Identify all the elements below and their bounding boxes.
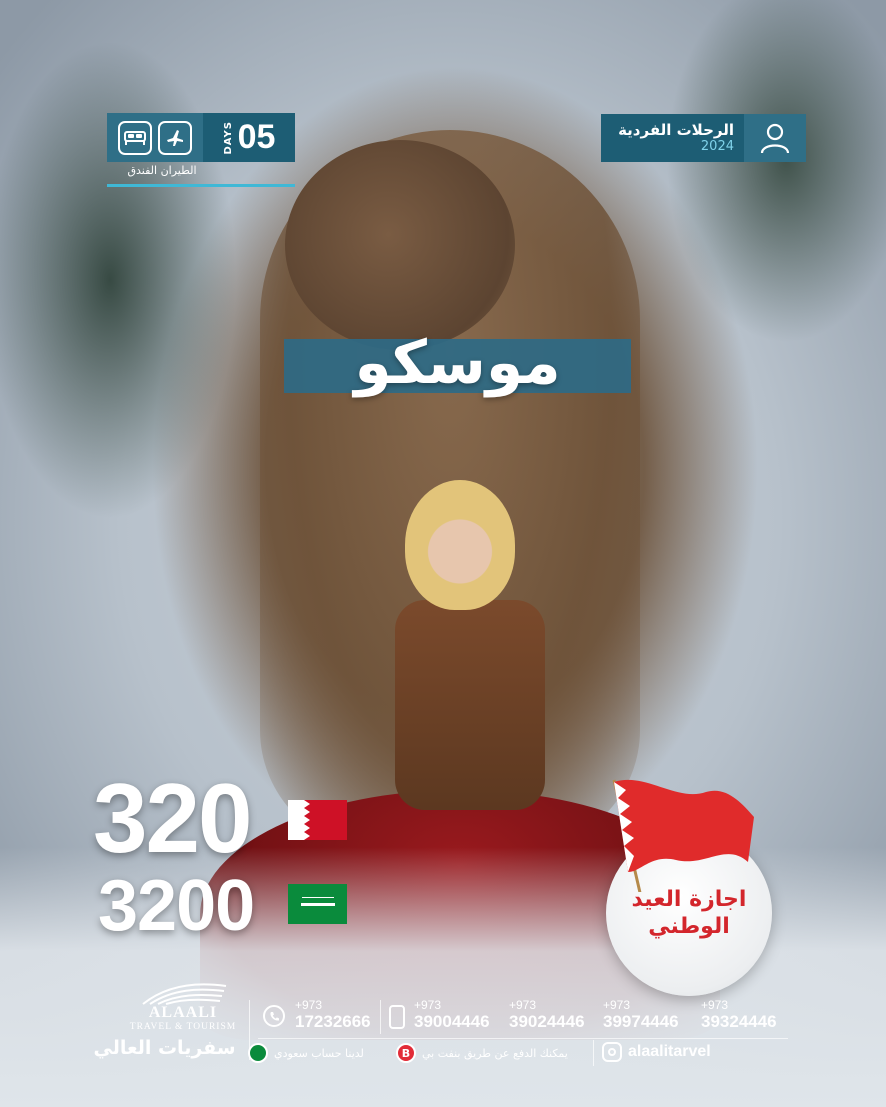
footer-divider bbox=[380, 1000, 381, 1034]
saudi-account-text: لدينا حساب سعودي bbox=[274, 1046, 364, 1060]
holiday-text: اجازة العيد الوطني bbox=[606, 886, 772, 940]
days-number: 05 bbox=[237, 118, 276, 156]
instagram-link[interactable]: alaalitarvel bbox=[602, 1042, 711, 1062]
hotel-bed-icon bbox=[118, 120, 152, 155]
woman-torso bbox=[395, 600, 545, 810]
mobile-number-3[interactable]: +973 39974446 bbox=[603, 999, 679, 1032]
bahrain-waving-flag bbox=[612, 779, 754, 892]
logo-arabic: سفريات العالي bbox=[93, 1037, 236, 1059]
benefit-pay-icon: B bbox=[396, 1043, 416, 1063]
saudi-flag bbox=[288, 884, 347, 924]
instagram-handle[interactable]: alaalitarvel bbox=[628, 1043, 711, 1061]
holiday-line-1: اجازة العيد bbox=[631, 887, 747, 912]
woman-head bbox=[405, 480, 515, 610]
trip-year: 2024 bbox=[700, 139, 734, 154]
price-saudi: 3200 bbox=[98, 866, 255, 946]
duration-badge: DAYS 05 bbox=[107, 113, 295, 162]
airplane-icon bbox=[158, 120, 192, 155]
snowy-trees-left bbox=[0, 0, 300, 660]
saudi-flag-icon bbox=[248, 1043, 268, 1063]
service-icons bbox=[107, 113, 203, 162]
days-count: DAYS 05 bbox=[203, 113, 295, 162]
trip-type-text: الرحلات الفردية 2024 bbox=[601, 114, 744, 162]
holiday-line-2: الوطني bbox=[648, 914, 730, 939]
mobile-icon bbox=[389, 1005, 405, 1029]
bahrain-flag bbox=[288, 800, 347, 840]
trip-type-title: الرحلات الفردية bbox=[618, 121, 734, 139]
destination-title: موسكو bbox=[354, 328, 561, 398]
instagram-icon bbox=[602, 1042, 622, 1062]
user-icon bbox=[744, 114, 806, 162]
landline-number[interactable]: +973 17232666 bbox=[295, 999, 371, 1032]
logo-subtitle: TRAVEL & TOURISM bbox=[129, 1022, 237, 1032]
phone-icon bbox=[263, 1005, 285, 1027]
benefit-pay-text: يمكنك الدفع عن طريق بنفت بي bbox=[422, 1046, 568, 1060]
mobile-number-4[interactable]: +973 39324446 bbox=[701, 999, 777, 1032]
services-caption: الطيران الفندق bbox=[127, 164, 197, 177]
snowy-trees-right bbox=[606, 0, 886, 420]
trip-type-badge: الرحلات الفردية 2024 bbox=[601, 114, 806, 162]
footer-separator bbox=[258, 1038, 788, 1039]
logo-name: ALAALI bbox=[148, 1004, 218, 1021]
mobile-number-1[interactable]: +973 39004446 bbox=[414, 999, 490, 1032]
price-bahrain: 320 bbox=[93, 763, 253, 873]
saudi-account-note: لدينا حساب سعودي bbox=[244, 1042, 364, 1064]
benefit-pay-note: B يمكنك الدفع عن طريق بنفت بي bbox=[392, 1042, 568, 1064]
footer-divider bbox=[593, 1040, 594, 1066]
duration-underline bbox=[107, 184, 295, 187]
mobile-number-2[interactable]: +973 39024446 bbox=[509, 999, 585, 1032]
days-label: DAYS bbox=[222, 120, 234, 155]
